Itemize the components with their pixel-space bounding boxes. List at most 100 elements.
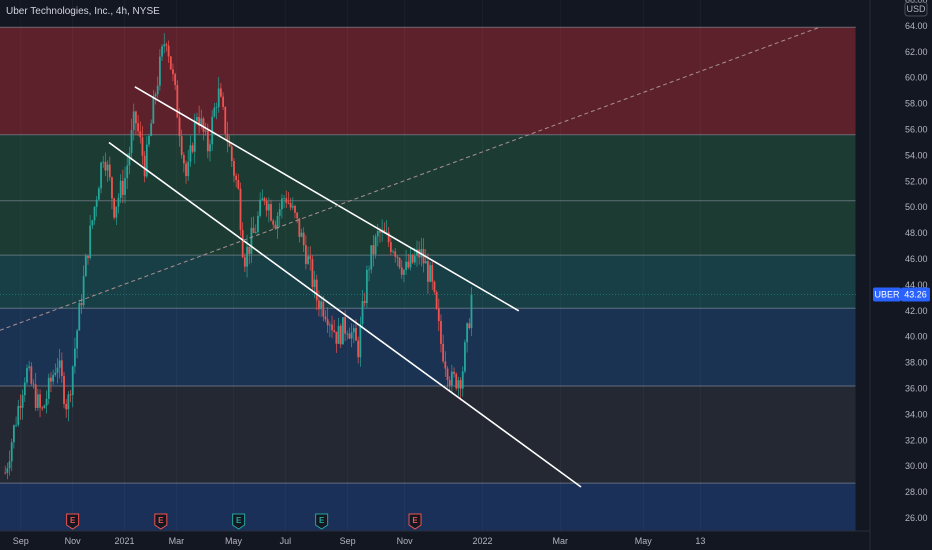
candle-down — [309, 256, 312, 260]
candle-up — [215, 107, 218, 108]
candle-down — [379, 230, 381, 233]
candle-down — [298, 218, 301, 237]
candle-up — [100, 162, 102, 189]
price-tick-label: 28.00 — [905, 487, 928, 497]
candle-down — [394, 251, 397, 257]
candle-down — [339, 325, 342, 345]
candle-up — [300, 232, 303, 237]
price-tick-label: 42.00 — [905, 306, 928, 316]
candle-down — [318, 300, 320, 310]
candle-up — [52, 375, 55, 382]
candle-up — [187, 161, 190, 177]
candle-up — [217, 88, 220, 108]
earnings-marker[interactable]: E — [315, 513, 329, 530]
price-tick-label: 60.00 — [905, 73, 928, 83]
candle-up — [71, 366, 74, 395]
candle-up — [346, 333, 349, 335]
candle-down — [440, 321, 442, 344]
candle-up — [93, 206, 96, 221]
candle-down — [446, 368, 449, 381]
price-tick-label: 32.00 — [905, 435, 928, 445]
candle-up — [413, 255, 416, 263]
time-tick-label: May — [225, 536, 243, 546]
candle-down — [411, 254, 414, 263]
candle-down — [202, 118, 205, 132]
price-tick-label: 46.00 — [905, 254, 928, 264]
earnings-marker-label: E — [70, 516, 76, 525]
candle-down — [437, 308, 440, 322]
candle-up — [376, 230, 379, 237]
candle-up — [17, 405, 20, 425]
candle-down — [191, 145, 194, 152]
candle-up — [67, 394, 70, 410]
earnings-marker[interactable]: E — [154, 513, 168, 530]
price-tick-label: 26.00 — [905, 513, 928, 523]
candle-down — [348, 333, 351, 339]
candle-up — [250, 227, 253, 254]
candle-up — [337, 325, 340, 344]
candle-down — [169, 56, 172, 70]
candle-up — [91, 220, 94, 226]
candle-up — [365, 269, 368, 304]
candle-up — [409, 254, 412, 268]
candle-up — [6, 468, 9, 473]
candle-down — [233, 161, 235, 176]
candle-down — [431, 265, 434, 282]
candle-up — [152, 96, 155, 124]
candle-up — [211, 116, 214, 145]
price-tick-label: 36.00 — [905, 384, 928, 394]
candle-up — [145, 144, 148, 177]
time-tick-label: Sep — [13, 536, 29, 546]
candle-up — [43, 405, 46, 409]
candle-down — [442, 343, 445, 362]
time-tick-label: Mar — [553, 536, 569, 546]
candle-down — [206, 130, 209, 152]
candle-up — [209, 144, 211, 152]
price-chart[interactable]: E E E E E 26.00 28.00 30.00 32.00 34.00 36.00 38.0… — [0, 0, 932, 550]
candle-up — [313, 279, 316, 287]
price-tick-label: 30.00 — [905, 461, 928, 471]
currency-badge[interactable]: USD — [904, 1, 928, 17]
candle-up — [106, 164, 109, 171]
candle-up — [58, 360, 61, 368]
zone-band — [0, 134, 856, 201]
price-tick-label: 38.00 — [905, 358, 928, 368]
candle-down — [143, 155, 146, 177]
zone-band — [0, 27, 856, 135]
candle-up — [189, 145, 192, 162]
candle-up — [76, 330, 78, 349]
candle-down — [111, 177, 113, 199]
candle-down — [322, 301, 325, 317]
candle-up — [267, 204, 270, 211]
candle-up — [204, 130, 207, 132]
earnings-marker[interactable]: E — [232, 513, 246, 530]
candle-down — [39, 394, 41, 408]
time-tick-label: Nov — [397, 536, 414, 546]
time-tick-label: Mar — [169, 536, 185, 546]
earnings-marker[interactable]: E — [66, 513, 80, 530]
earnings-marker[interactable]: E — [408, 513, 422, 530]
price-axis[interactable]: 26.00 28.00 30.00 32.00 34.00 36.00 38.00 40.00… — [905, 0, 928, 523]
time-tick-label: 13 — [695, 536, 705, 546]
candle-down — [237, 180, 240, 189]
candle-down — [311, 259, 314, 287]
candle-up — [403, 269, 405, 275]
candle-up — [56, 367, 59, 373]
candle-down — [455, 373, 458, 389]
candle-up — [328, 324, 331, 326]
time-tick-label: 2021 — [114, 536, 134, 546]
candle-down — [263, 198, 266, 201]
candle-down — [139, 131, 142, 138]
candle-down — [87, 255, 89, 259]
candle-up — [254, 232, 257, 233]
candle-up — [115, 206, 118, 218]
symbol-label: UBER — [874, 290, 900, 300]
candle-up — [130, 130, 133, 153]
candle-up — [150, 123, 153, 136]
candle-up — [261, 198, 264, 200]
candle-down — [165, 44, 168, 46]
currency-label: USD — [906, 4, 926, 14]
candle-down — [459, 380, 462, 389]
candle-down — [357, 340, 360, 358]
candle-down — [389, 242, 392, 252]
